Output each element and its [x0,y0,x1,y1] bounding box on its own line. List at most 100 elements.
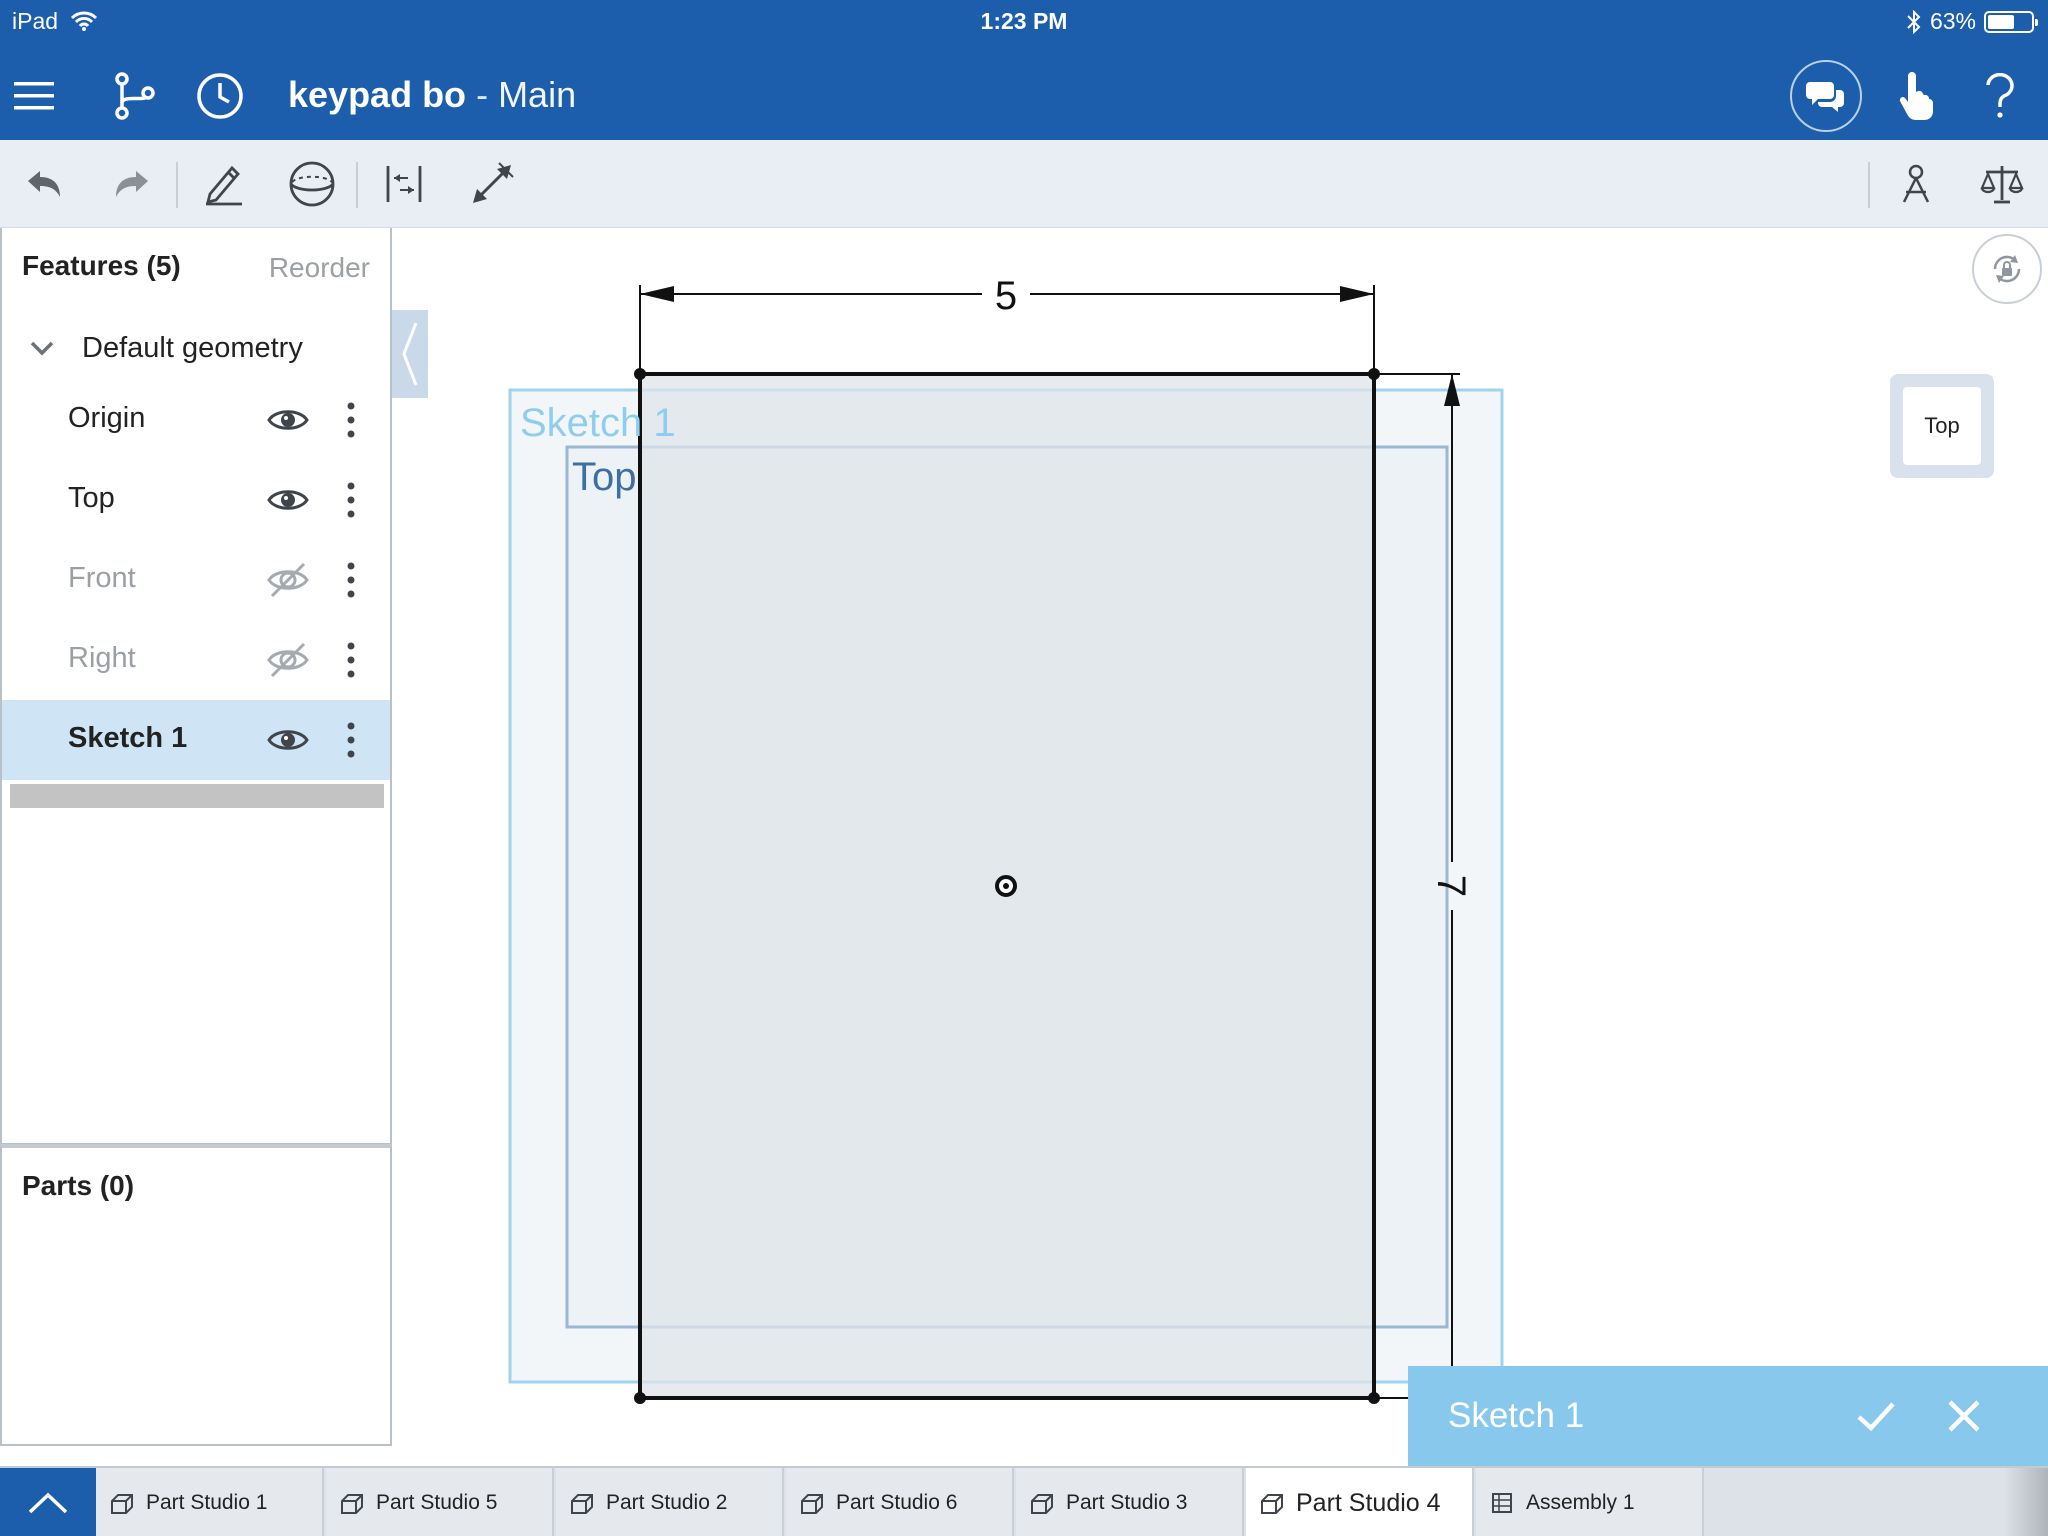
feature-list-panel: Features (5) Reorder Default geometry Or… [0,228,392,1145]
status-right: 63% [1906,8,2038,35]
mass-properties-icon [1980,166,2024,204]
eye-icon [267,410,309,430]
feature-item-sketch-1[interactable]: Sketch 1 [2,700,390,780]
dimension-width-value[interactable]: 5 [995,274,1017,318]
document-title[interactable]: keypad bo - Main [288,74,576,116]
visibility-toggle[interactable] [266,720,310,760]
default-geometry-group[interactable]: Default geometry [2,320,390,380]
dimension-width[interactable]: 5 [639,274,1375,374]
tab-part-studio-4[interactable]: Part Studio 4 [1246,1468,1474,1536]
rotate-lock-icon [1993,255,2021,283]
plane-button[interactable] [282,154,342,214]
chevron-up-icon [28,1492,68,1514]
branch-button[interactable] [104,66,164,126]
eye-icon [267,490,309,510]
help-button[interactable] [1970,66,2030,126]
view-cube-face[interactable]: Top [1903,387,1981,465]
history-icon [197,73,243,119]
tab-part-studio-5[interactable]: Part Studio 5 [326,1468,554,1536]
check-icon [1857,1402,1895,1432]
mate-connector-button[interactable] [1886,154,1946,214]
sketch-corner-point[interactable] [634,1392,646,1404]
menu-button[interactable] [4,66,64,126]
origin-point-center [1003,883,1009,889]
eye-hidden-icon [267,642,309,678]
tab-label: Part Studio 4 [1296,1488,1441,1517]
feature-context-menu-button[interactable] [338,558,364,602]
tab-label: Part Studio 5 [376,1491,498,1514]
tab-part-studio-1[interactable]: Part Studio 1 [96,1468,324,1536]
distance-icon [386,166,422,202]
part-studio-icon [341,1494,363,1514]
battery-icon [1984,10,2038,33]
undo-icon [28,171,60,197]
comments-icon [1806,82,1844,112]
tab-part-studio-6[interactable]: Part Studio 6 [786,1468,1014,1536]
more-options-icon [347,642,355,678]
tab-manager-button[interactable] [0,1468,96,1536]
measure-arrow-icon [473,162,514,203]
tab-assembly-1[interactable]: Assembly 1 [1476,1468,1704,1536]
feature-item-top[interactable]: Top [2,460,390,540]
view-cube[interactable]: Top [1890,374,1994,478]
feature-item-label: Top [68,482,115,514]
part-studio-icon [801,1494,823,1514]
more-options-icon [347,482,355,518]
document-name: keypad bo [288,74,467,115]
collapse-panel-button[interactable] [392,310,428,398]
sketch-dialog: Sketch 1 [1408,1366,2048,1466]
feature-item-origin[interactable]: Origin [2,380,390,460]
parts-panel: Parts (0) [0,1144,392,1446]
toolbar-divider [356,162,358,208]
touch-mode-button[interactable] [1886,66,1946,126]
more-options-icon [347,722,355,758]
branch-name: Main [498,74,577,115]
undo-button[interactable] [14,154,74,214]
measure-button[interactable] [462,154,522,214]
feature-item-label: Origin [68,402,146,434]
sketch-pencil-icon [206,165,242,206]
toolbar-divider [176,162,178,208]
reorder-button[interactable]: Reorder [269,252,370,284]
comments-button[interactable] [1790,60,1862,132]
status-time: 1:23 PM [980,8,1068,34]
feature-context-menu-button[interactable] [338,718,364,762]
feature-item-right[interactable]: Right [2,620,390,700]
history-button[interactable] [190,66,250,126]
feature-context-menu-button[interactable] [338,478,364,522]
feature-list-scrollbar[interactable] [10,784,384,808]
mate-connector-icon [1902,164,1930,203]
visibility-toggle[interactable] [266,400,310,440]
app-header: iPad 1:23 PM 63% keypad bo - Main [0,0,2048,140]
parts-title[interactable]: Parts (0) [22,1170,134,1202]
bluetooth-icon [1907,9,1921,34]
feature-context-menu-button[interactable] [338,638,364,682]
distance-button[interactable] [374,154,434,214]
feature-context-menu-button[interactable] [338,398,364,442]
chevron-down-icon[interactable] [28,334,56,362]
branch-icon [115,72,155,120]
sketch-plane-label: Sketch 1 [520,401,676,445]
sketch-button[interactable] [194,154,254,214]
close-icon [1948,1400,1980,1432]
visibility-toggle[interactable] [266,640,310,680]
tab-label: Assembly 1 [1526,1491,1635,1514]
eye-icon [267,730,309,750]
part-studio-icon [1261,1494,1283,1514]
plane-icon [289,161,335,207]
redo-button[interactable] [102,154,162,214]
dimension-height-value[interactable]: 7 [1429,875,1473,897]
tab-part-studio-2[interactable]: Part Studio 2 [556,1468,784,1536]
feature-item-front[interactable]: Front [2,540,390,620]
top-plane-label: Top [572,455,637,499]
view-rotate-button[interactable] [1972,234,2042,304]
visibility-toggle[interactable] [266,480,310,520]
tab-part-studio-3[interactable]: Part Studio 3 [1016,1468,1244,1536]
accept-sketch-button[interactable] [1848,1388,1904,1444]
mass-properties-button[interactable] [1972,154,2032,214]
feature-item-label: Sketch 1 [68,722,188,754]
cancel-sketch-button[interactable] [1936,1388,1992,1444]
help-icon [1986,73,2014,118]
touch-mode-icon [1899,72,1933,120]
visibility-toggle[interactable] [266,560,310,600]
